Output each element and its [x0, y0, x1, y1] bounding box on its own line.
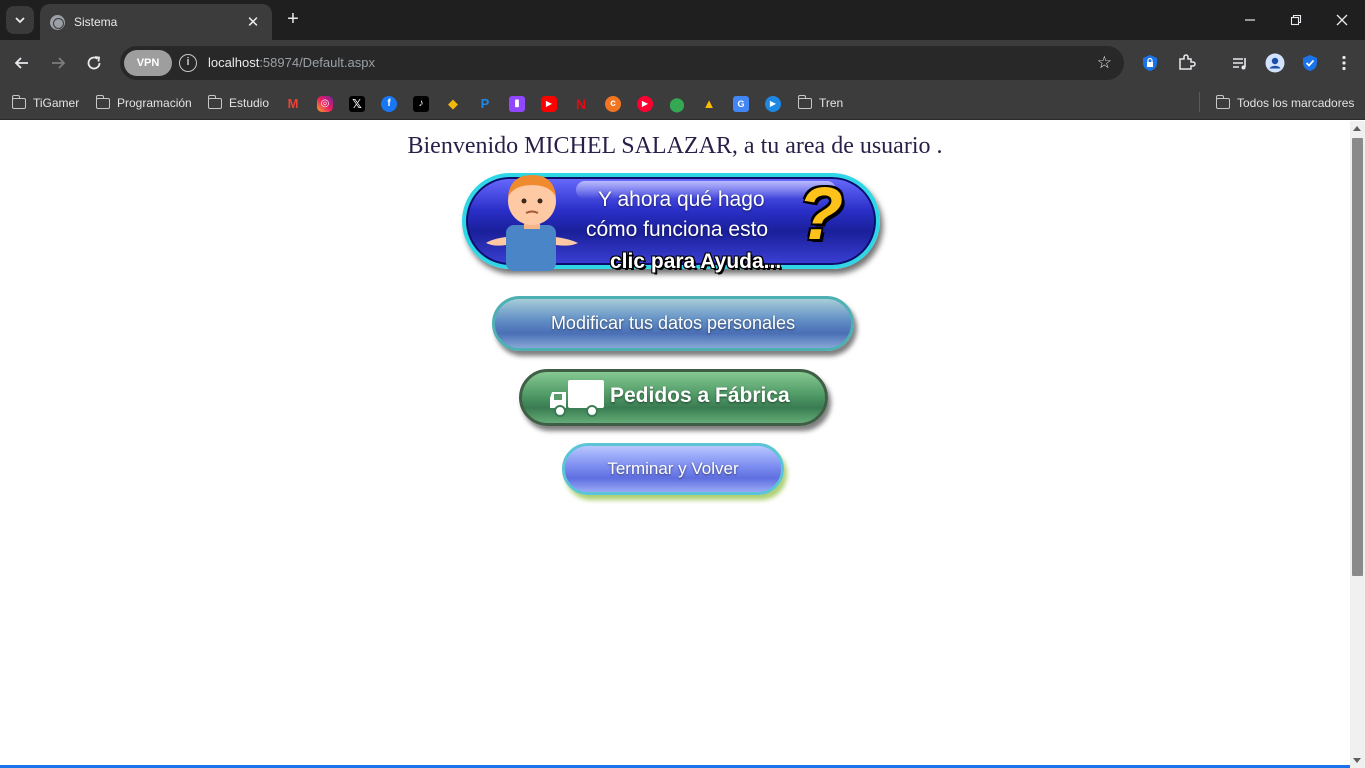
- google-translate-icon[interactable]: G: [733, 96, 749, 112]
- globe-icon: [50, 14, 65, 30]
- url-host: localhost: [208, 55, 260, 70]
- play-icon[interactable]: ▶: [765, 96, 781, 112]
- tiktok-icon[interactable]: ♪: [413, 96, 429, 112]
- bookmark-label: Tren: [819, 96, 844, 110]
- reload-icon: [87, 56, 101, 70]
- bookmark-label: TiGamer: [33, 96, 80, 110]
- tab-sistema[interactable]: Sistema ✕: [40, 4, 272, 40]
- truck-icon: [550, 380, 604, 417]
- arrow-right-icon: [52, 57, 66, 69]
- minimize-button[interactable]: [1227, 0, 1273, 40]
- google-drive-icon[interactable]: ▲: [701, 96, 717, 112]
- bookmark-folder-estudio[interactable]: Estudio: [207, 92, 270, 114]
- finish-and-return-button[interactable]: Terminar y Volver: [562, 443, 784, 495]
- youtube-music-icon[interactable]: ▶: [637, 96, 653, 112]
- help-line-1: Y ahora qué hago: [598, 188, 765, 211]
- folder-icon: [207, 94, 222, 109]
- google-maps-icon[interactable]: ⬤: [669, 96, 685, 112]
- vertical-scrollbar[interactable]: [1350, 121, 1365, 768]
- browser-toolbar: VPN i localhost:58974/Default.aspx ☆: [0, 40, 1365, 86]
- help-line-3: clic para Ayuda...: [610, 250, 782, 273]
- media-controls-icon[interactable]: [1229, 52, 1251, 74]
- help-line-2: cómo funciona esto: [586, 218, 769, 241]
- profile-avatar-icon[interactable]: [1264, 52, 1286, 74]
- bookmarks-bar: TiGamer Programación Estudio M ◎ 𝕏 f ♪ ◆…: [0, 86, 1365, 120]
- crunchyroll-icon[interactable]: c: [605, 96, 621, 112]
- youtube-icon[interactable]: ▶: [541, 96, 557, 112]
- close-window-button[interactable]: [1319, 0, 1365, 40]
- extensions-icon[interactable]: [1175, 52, 1197, 74]
- x-twitter-icon[interactable]: 𝕏: [349, 96, 365, 112]
- orders-label: Pedidos a Fábrica: [610, 384, 790, 407]
- all-bookmarks-button[interactable]: Todos los marcadores: [1215, 92, 1355, 114]
- factory-orders-button[interactable]: Pedidos a Fábrica: [519, 369, 828, 426]
- tab-title: Sistema: [74, 15, 118, 29]
- scroll-thumb[interactable]: [1352, 138, 1363, 576]
- address-bar[interactable]: VPN i localhost:58974/Default.aspx ☆: [120, 46, 1124, 80]
- security-shield-icon[interactable]: [1299, 52, 1321, 74]
- page-content: Bienvenido MICHEL SALAZAR, a tu area de …: [0, 121, 1350, 768]
- netflix-icon[interactable]: N: [573, 96, 589, 112]
- tab-strip: Sistema ✕ +: [0, 0, 1365, 40]
- help-button[interactable]: Y ahora qué hago cómo funciona esto clic…: [462, 172, 880, 273]
- close-tab-icon[interactable]: ✕: [244, 13, 262, 31]
- modify-label: Modificar tus datos personales: [550, 313, 796, 333]
- info-icon[interactable]: i: [179, 54, 197, 72]
- restore-button[interactable]: [1273, 0, 1319, 40]
- paypal-icon[interactable]: P: [477, 96, 493, 112]
- welcome-heading: Bienvenido MICHEL SALAZAR, a tu area de …: [407, 133, 943, 159]
- folder-icon: [11, 94, 26, 109]
- bookmark-label: Todos los marcadores: [1237, 96, 1355, 110]
- vpn-badge[interactable]: VPN: [124, 50, 172, 76]
- binance-icon[interactable]: ◆: [445, 96, 461, 112]
- close-icon: [1336, 14, 1348, 26]
- bookmarks-separator: [1199, 92, 1200, 112]
- scroll-down-icon[interactable]: [1353, 758, 1361, 763]
- scroll-up-icon[interactable]: [1353, 126, 1361, 131]
- bookmark-label: Programación: [117, 96, 192, 110]
- question-mark-icon: ?: [798, 172, 844, 255]
- bookmark-folder-tren[interactable]: Tren: [797, 92, 844, 114]
- password-lock-icon[interactable]: [1139, 52, 1161, 74]
- shrugging-person-icon: [486, 175, 578, 271]
- folder-icon: [797, 94, 812, 109]
- bookmark-folder-tigamer[interactable]: TiGamer: [11, 92, 80, 114]
- folder-icon: [1215, 94, 1230, 109]
- folder-icon: [95, 94, 110, 109]
- exit-label: Terminar y Volver: [607, 459, 739, 478]
- url-text[interactable]: localhost:58974/Default.aspx: [208, 55, 375, 70]
- url-path: :58974/Default.aspx: [259, 55, 375, 70]
- tab-search-button[interactable]: [6, 6, 34, 34]
- restore-icon: [1290, 14, 1302, 26]
- chevron-down-icon: [15, 17, 25, 24]
- arrow-left-icon: [14, 57, 28, 69]
- twitch-icon[interactable]: ▮: [509, 96, 525, 112]
- instagram-icon[interactable]: ◎: [317, 96, 333, 112]
- bookmark-label: Estudio: [229, 96, 270, 110]
- modify-personal-data-button[interactable]: Modificar tus datos personales: [492, 296, 854, 351]
- forward-button[interactable]: [44, 49, 72, 77]
- new-tab-button[interactable]: +: [282, 8, 304, 32]
- reload-button[interactable]: [80, 49, 108, 77]
- minimize-icon: [1245, 19, 1255, 21]
- facebook-icon[interactable]: f: [381, 96, 397, 112]
- gmail-icon[interactable]: M: [285, 96, 301, 112]
- bookmark-folder-programacion[interactable]: Programación: [95, 92, 192, 114]
- back-button[interactable]: [8, 49, 36, 77]
- bookmark-star-icon[interactable]: ☆: [1097, 53, 1112, 73]
- kebab-menu-icon[interactable]: [1333, 52, 1355, 74]
